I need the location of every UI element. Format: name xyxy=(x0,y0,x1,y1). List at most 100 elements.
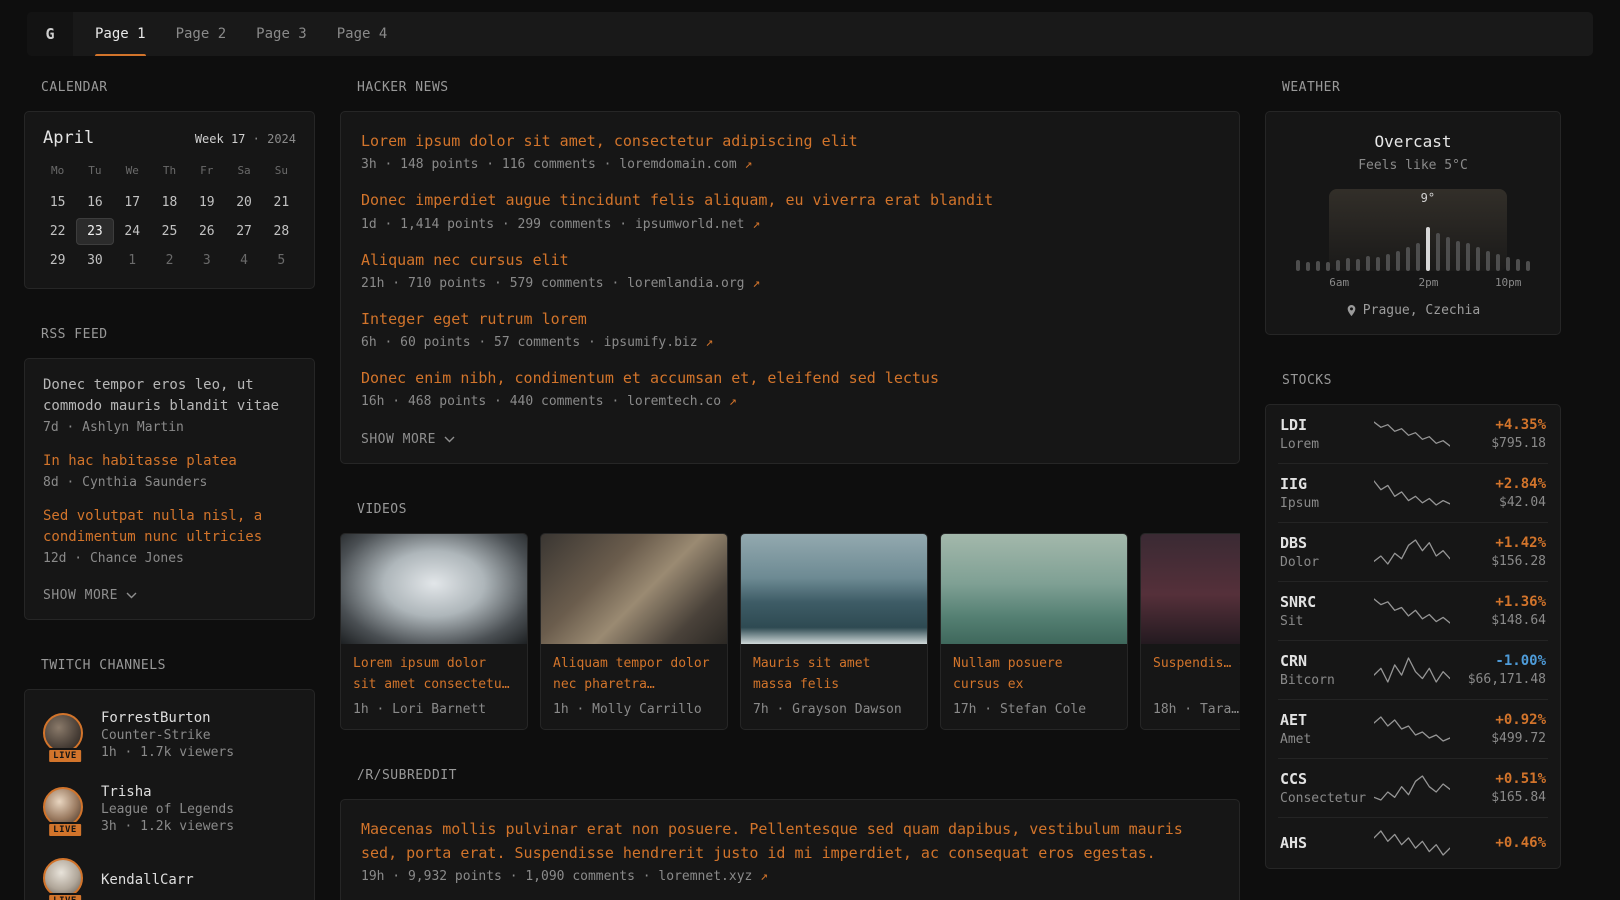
weather-bar xyxy=(1346,258,1350,271)
story-domain[interactable]: ipsumify.biz xyxy=(604,335,698,350)
story-domain[interactable]: ipsumworld.net xyxy=(635,217,745,232)
stock-row[interactable]: LDILorem+4.35%$795.18 xyxy=(1278,405,1548,463)
stock-row[interactable]: SNRCSit+1.36%$148.64 xyxy=(1278,581,1548,640)
story-title[interactable]: Integer eget rutrum lorem xyxy=(361,308,1219,331)
calendar-day[interactable]: 3 xyxy=(188,247,225,274)
calendar-day[interactable]: 26 xyxy=(188,218,225,245)
twitch-channel[interactable]: LIVEKendallCarr xyxy=(25,846,314,900)
stock-row[interactable]: AHS+0.46% xyxy=(1278,817,1548,868)
story-domain[interactable]: loremlandia.org xyxy=(627,276,744,291)
channel-name[interactable]: Trisha xyxy=(101,784,234,800)
calendar-day[interactable]: 25 xyxy=(151,218,188,245)
video-card[interactable]: Mauris sit amet massa felis 7h · Grayson … xyxy=(740,533,928,730)
weather-chart: 9° 6am2pm10pm xyxy=(1294,189,1532,289)
calendar-day[interactable]: 4 xyxy=(225,247,262,274)
hn-show-more-slot: SHOW MORE xyxy=(361,426,1219,447)
stock-row[interactable]: CCSConsectetur+0.51%$165.84 xyxy=(1278,758,1548,817)
video-card[interactable]: Nullam posuere cursus ex17h · Stefan Col… xyxy=(940,533,1128,730)
weather-bar xyxy=(1376,257,1380,271)
stock-row[interactable]: CRNBitcorn-1.00%$66,171.48 xyxy=(1278,640,1548,699)
calendar-day[interactable]: 16 xyxy=(76,189,113,216)
story-stats: 6h · 60 points · 57 comments · xyxy=(361,335,604,350)
video-card[interactable]: Suspendis… diam18h · Tara… xyxy=(1140,533,1240,730)
video-card[interactable]: Aliquam tempor dolor nec pharetra…1h · M… xyxy=(540,533,728,730)
avatar-image xyxy=(43,858,83,898)
rss-item-title[interactable]: Sed volutpat nulla nisl, a condimentum n… xyxy=(43,506,296,548)
stock-sparkline xyxy=(1374,479,1450,507)
video-title[interactable]: Mauris sit amet massa felis xyxy=(753,654,915,696)
twitch-channel[interactable]: LIVEForrestBurtonCounter-Strike1h · 1.7k… xyxy=(25,698,314,772)
calendar-day[interactable]: 1 xyxy=(114,247,151,274)
videos-section-title: VIDEOS xyxy=(357,502,1240,517)
rss-item-title[interactable]: In hac habitasse platea xyxy=(43,451,296,472)
story-stats: 1d · 1,414 points · 299 comments · xyxy=(361,217,635,232)
story-domain[interactable]: loremdomain.com xyxy=(619,157,736,172)
story-domain[interactable]: loremtech.co xyxy=(627,394,721,409)
stock-price: $148.64 xyxy=(1458,613,1546,628)
story-meta: 21h · 710 points · 579 comments · loreml… xyxy=(361,276,1219,291)
story-title[interactable]: Donec imperdiet augue tincidunt felis al… xyxy=(361,189,1219,212)
calendar-day[interactable]: 21 xyxy=(263,189,300,216)
external-link-icon: ↗ xyxy=(752,869,768,884)
calendar-day[interactable]: 15 xyxy=(39,189,76,216)
weather-time-label: 10pm xyxy=(1495,276,1522,289)
twitch-channel[interactable]: LIVETrishaLeague of Legends3h · 1.2k vie… xyxy=(25,772,314,846)
calendar-day[interactable]: 19 xyxy=(188,189,225,216)
story-title[interactable]: Lorem ipsum dolor sit amet, consectetur … xyxy=(361,130,1219,153)
calendar-day[interactable]: 18 xyxy=(151,189,188,216)
show-more-button[interactable]: SHOW MORE xyxy=(361,432,455,447)
stock-row[interactable]: IIGIpsum+2.84%$42.04 xyxy=(1278,463,1548,522)
story-title[interactable]: Maecenas mollis pulvinar erat non posuer… xyxy=(361,818,1219,865)
stock-values: +2.84%$42.04 xyxy=(1458,476,1546,510)
calendar-day[interactable]: 5 xyxy=(263,247,300,274)
page-tabs: Page 1 Page 2 Page 3 Page 4 xyxy=(73,12,387,56)
video-title[interactable]: Lorem ipsum dolor sit amet consectetu… xyxy=(353,654,515,696)
stock-info: CRNBitcorn xyxy=(1280,652,1366,688)
stock-row[interactable]: AETAmet+0.92%$499.72 xyxy=(1278,699,1548,758)
calendar-day[interactable]: 20 xyxy=(225,189,262,216)
video-meta: 1h · Lori Barnett xyxy=(353,702,515,717)
calendar-header: April Week 17 · 2024 xyxy=(25,112,314,156)
stocks-section-title: STOCKS xyxy=(1282,373,1561,388)
video-card[interactable]: Lorem ipsum dolor sit amet consectetu… 1h… xyxy=(340,533,528,730)
calendar-day[interactable]: 30 xyxy=(76,247,113,274)
dashboard: CALENDAR April Week 17 · 2024 MoTuWeThFr… xyxy=(0,80,1620,900)
stock-values: +1.36%$148.64 xyxy=(1458,594,1546,628)
calendar-day[interactable]: 17 xyxy=(114,189,151,216)
channel-name[interactable]: KendallCarr xyxy=(101,872,194,888)
video-title[interactable]: Nullam posuere cursus ex xyxy=(953,654,1115,696)
calendar-day[interactable]: 2 xyxy=(151,247,188,274)
stock-row[interactable]: DBSDolor+1.42%$156.28 xyxy=(1278,522,1548,581)
calendar-day[interactable]: 28 xyxy=(263,218,300,245)
story-domain[interactable]: loremnet.xyz xyxy=(658,869,752,884)
app-logo[interactable]: G xyxy=(27,12,73,56)
show-more-button[interactable]: SHOW MORE xyxy=(43,588,137,603)
calendar-day[interactable]: 24 xyxy=(114,218,151,245)
external-link-icon: ↗ xyxy=(745,276,761,291)
tab-page-3[interactable]: Page 3 xyxy=(256,12,307,56)
tab-page-4[interactable]: Page 4 xyxy=(337,12,388,56)
rss-item-title[interactable]: Donec tempor eros leo, ut commodo mauris… xyxy=(43,375,296,417)
calendar-day[interactable]: 27 xyxy=(225,218,262,245)
stock-change: -1.00% xyxy=(1458,653,1546,669)
calendar-week-year: Week 17 · 2024 xyxy=(195,132,296,146)
story-title[interactable]: Aliquam nec cursus elit xyxy=(361,249,1219,272)
calendar-day[interactable]: 23 xyxy=(76,218,113,245)
video-meta: 7h · Grayson Dawson xyxy=(753,702,915,717)
tab-page-2[interactable]: Page 2 xyxy=(176,12,227,56)
rss-item-meta: 7d · Ashlyn Martin xyxy=(43,420,296,435)
video-title[interactable]: Aliquam tempor dolor nec pharetra… xyxy=(553,654,715,696)
video-thumbnail xyxy=(541,534,727,644)
subreddit-section-title: /R/SUBREDDIT xyxy=(357,768,1240,783)
weather-time-label: 2pm xyxy=(1419,276,1439,289)
channel-name[interactable]: ForrestBurton xyxy=(101,710,234,726)
avatar-image xyxy=(43,713,83,753)
stock-name: Lorem xyxy=(1280,437,1366,452)
weather-bar xyxy=(1416,243,1420,271)
calendar-day[interactable]: 22 xyxy=(39,218,76,245)
story-title[interactable]: Donec enim nibh, condimentum et accumsan… xyxy=(361,367,1219,390)
video-title[interactable]: Suspendis… diam xyxy=(1153,654,1240,696)
tab-page-1[interactable]: Page 1 xyxy=(95,12,146,56)
calendar-day[interactable]: 29 xyxy=(39,247,76,274)
stock-symbol: CRN xyxy=(1280,652,1366,670)
